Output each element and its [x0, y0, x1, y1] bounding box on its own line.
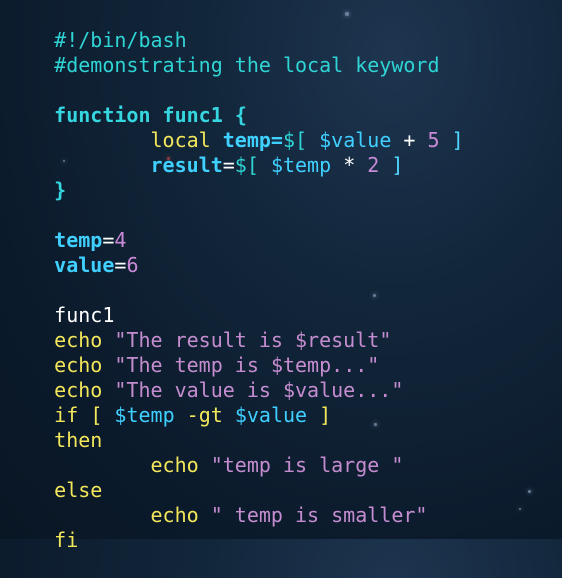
code-line-13: echo "The result is $result": [54, 328, 392, 352]
code-line-20: echo " temp is smaller": [150, 503, 428, 527]
code-line-7: }: [54, 178, 67, 202]
code-line-9: temp=4: [54, 228, 127, 252]
code-line-19: else: [54, 478, 103, 502]
code-line-5: local temp=$[ $value + 5 ]: [150, 128, 464, 152]
code-line-12: func1: [54, 303, 115, 327]
code-line-14: echo "The temp is $temp...": [54, 353, 380, 377]
code-editor[interactable]: #!/bin/bash #demonstrating the local key…: [6, 3, 556, 552]
code-line-6: result=$[ $temp * 2 ]: [150, 153, 404, 177]
code-line-16: if [ $temp -gt $value ]: [54, 403, 332, 427]
code-line-1: #!/bin/bash: [54, 28, 187, 52]
code-line-21: fi: [54, 528, 79, 552]
code-line-10: value=6: [54, 253, 139, 277]
code-line-18: echo "temp is large ": [150, 453, 404, 477]
code-line-4: function func1 {: [54, 103, 247, 127]
code-line-17: then: [54, 428, 103, 452]
code-line-15: echo "The value is $value...": [54, 378, 404, 402]
code-line-2: #demonstrating the local keyword: [54, 53, 440, 77]
